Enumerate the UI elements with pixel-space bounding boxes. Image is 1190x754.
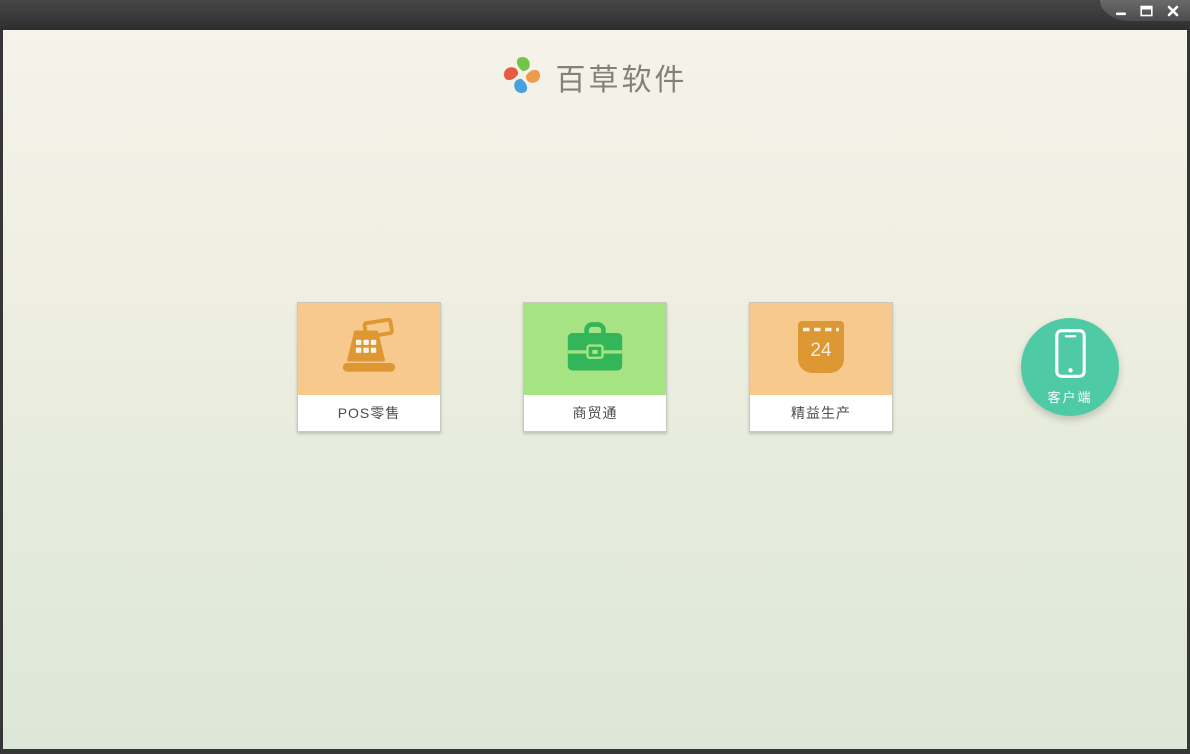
cash-register-icon	[338, 317, 400, 380]
calendar-day: 24	[810, 340, 832, 361]
window-titlebar	[0, 0, 1190, 30]
product-label: POS零售	[298, 395, 440, 431]
smartphone-icon	[1054, 328, 1087, 384]
product-card-pos[interactable]: POS零售	[297, 302, 441, 432]
briefcase-icon	[565, 321, 625, 378]
product-card-trade[interactable]: 商贸通	[523, 302, 667, 432]
client-button[interactable]: 客户端	[1021, 318, 1119, 416]
close-icon[interactable]	[1164, 3, 1181, 18]
brand-header: 百草软件	[3, 55, 1187, 99]
main-content: 百草软件 POS零售 商贸通 24 精益生产 客户端	[3, 30, 1187, 749]
maximize-icon[interactable]	[1138, 3, 1155, 18]
pos-tile	[298, 303, 440, 395]
lean-tile: 24	[750, 303, 892, 395]
client-button-label: 客户端	[1047, 390, 1093, 405]
product-label: 商贸通	[524, 395, 666, 431]
calendar-icon: 24	[798, 320, 844, 378]
app-title: 百草软件	[555, 63, 688, 98]
product-label: 精益生产	[750, 395, 892, 431]
pinwheel-logo	[503, 56, 541, 99]
trade-tile	[524, 303, 666, 395]
minimize-icon[interactable]	[1112, 3, 1129, 18]
product-card-lean[interactable]: 24 精益生产	[749, 302, 893, 432]
window-controls	[1100, 0, 1190, 21]
